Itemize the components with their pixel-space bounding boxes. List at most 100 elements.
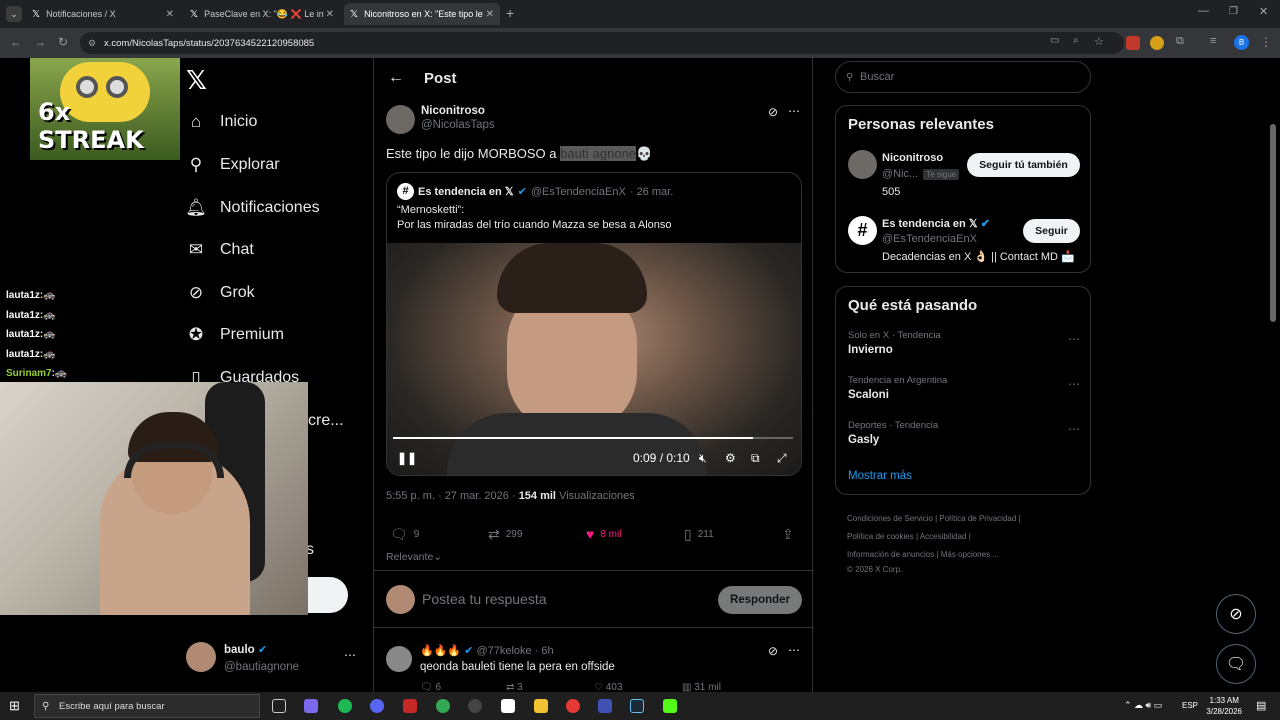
account-switcher[interactable]: baulo ✔ @bautiagnone ⋯ [186,640,366,680]
repost-button[interactable]: ⇄ 299 [488,526,522,543]
folder-icon[interactable] [534,699,548,713]
avatar[interactable] [386,646,412,672]
url-field[interactable]: ⚙ x.com/NicolasTaps/status/2037634522120… [80,32,1124,54]
footer-link[interactable]: Accesibilidad [920,532,967,541]
extension-icon[interactable] [1150,36,1164,50]
close-tab-icon[interactable]: ✕ [326,9,334,20]
tab-paseclave[interactable]: 𝕏 PaseClave en X: "😂 ❌ Le inter ✕ [184,3,340,25]
more-icon[interactable]: ⋯ [1068,422,1080,436]
more-icon[interactable]: ⋯ [788,643,800,657]
pip-icon[interactable]: ⧉ [751,451,760,466]
reading-list-icon[interactable]: ≡ [1210,35,1216,47]
nav-inicio[interactable]: ⌂ Inicio [186,102,258,142]
chrome-icon[interactable] [436,699,450,713]
reply-button[interactable]: 🗨︎ 9 [390,526,419,543]
footer-link[interactable]: Política de Privacidad [939,514,1016,523]
settings-icon[interactable]: ⚙ [725,451,736,465]
menu-icon[interactable]: ⋮ [1260,35,1272,49]
reply-input[interactable]: Postea tu respuesta [422,591,547,607]
back-icon[interactable]: ← [10,35,22,49]
app-icon[interactable] [403,699,417,713]
new-tab-button[interactable]: + [506,5,514,21]
footer-link[interactable]: Información de anuncios [847,550,934,559]
close-tab-icon[interactable]: ✕ [166,9,174,20]
language-indicator[interactable]: ESP [1182,701,1198,710]
extensions-puzzle-icon[interactable]: ⧉ [1176,35,1184,48]
like-button[interactable]: ♥ 8 mil [586,526,621,542]
grok-icon[interactable]: ⊘ [768,105,778,119]
more-icon[interactable]: ⋯ [788,104,800,118]
install-app-icon[interactable]: ▭ [1050,35,1059,46]
views-button[interactable]: ▥ 31 mil [682,682,721,692]
kick-icon[interactable] [663,699,677,713]
extension-icon[interactable] [1126,36,1140,50]
share-button[interactable]: ⇪ [782,526,800,543]
back-arrow-icon[interactable]: ← [388,69,404,87]
messages-fab-icon[interactable]: 🗨︎ [1216,644,1256,684]
app-icon[interactable] [370,699,384,713]
sort-dropdown[interactable]: Relevante⌄ [386,551,442,563]
bookmark-star-icon[interactable]: ☆ [1094,35,1104,48]
follow-back-button[interactable]: Seguir tú también [967,153,1080,177]
more-icon[interactable]: ⋯ [1068,332,1080,346]
repost-button[interactable]: ⇄ 3 [506,682,523,692]
nav-grok[interactable]: ⊘ Grok [186,273,255,313]
notifications-icon[interactable]: ▤ [1256,699,1266,712]
tab-notificaciones[interactable]: 𝕏 Notificaciones / X ✕ [26,3,180,25]
nav-more-partial[interactable]: cre... [308,401,344,441]
follow-button[interactable]: Seguir [1023,219,1080,243]
avatar[interactable] [386,105,415,134]
nav-chat[interactable]: ✉ Chat [186,230,254,270]
trend-item[interactable]: Solo en X · Tendencia Invierno ⋯ [848,330,1080,356]
app-icon[interactable] [468,699,482,713]
steam-icon[interactable] [630,699,644,713]
post-time[interactable]: 5:55 p. m. · 27 mar. 2026 · [386,490,516,502]
video-player[interactable]: ❚❚ 0:09 / 0:10 🔇︎ ⚙ ⧉ ⤢ [387,243,801,475]
search-input[interactable]: ⚲ Buscar [835,61,1091,93]
trend-item[interactable]: Deportes · Tendencia Gasly ⋯ [848,420,1080,446]
more-icon[interactable]: ⋯ [1068,377,1080,391]
grok-icon[interactable]: ⊘ [768,644,778,658]
nav-notificaciones[interactable]: 🔔︎ Notificaciones [185,188,319,228]
taskbar-search[interactable]: ⚲ Escribe aquí para buscar [34,694,260,718]
close-tab-icon[interactable]: ✕ [486,9,494,20]
windows-start-icon[interactable]: ⊞ [9,698,20,714]
post-author[interactable]: Niconitroso @NicolasTaps [421,105,495,131]
x-logo-icon[interactable]: 𝕏 [186,66,207,96]
like-button[interactable]: ♡ 403 [594,682,622,692]
nav-premium[interactable]: ✪ Premium [186,315,284,355]
spotify-icon[interactable] [338,699,352,713]
show-more-link[interactable]: Mostrar más [848,470,912,482]
person-item[interactable]: # Es tendencia en 𝕏 ✔ @EsTendenciaEnX De… [848,216,1080,266]
clock[interactable]: 1:33 AM 3/28/2026 [1206,695,1242,717]
footer-link[interactable]: Política de cookies [847,532,914,541]
footer-link[interactable]: Condiciones de Servicio [847,514,933,523]
footer-link[interactable]: Más opciones ... [941,550,999,559]
more-icon[interactable]: ⋯ [344,648,356,662]
opera-icon[interactable] [566,699,580,713]
person-item[interactable]: Niconitroso @Nic... Te sigue 505 Seguir … [848,150,1080,206]
zoom-icon[interactable]: ⌕ [1073,35,1079,46]
pause-icon[interactable]: ❚❚ [397,451,417,465]
mute-icon[interactable]: 🔇︎ [699,451,707,466]
tab-niconitroso[interactable]: 𝕏 Niconitroso en X: "Este tipo le d ✕ [344,3,500,25]
quoted-post[interactable]: # Es tendencia en 𝕏 ✔ @EsTendenciaEnX · … [386,172,802,476]
reply-submit-button[interactable]: Responder [718,586,802,614]
tab-search-button[interactable]: ⌄ [6,6,22,22]
trend-item[interactable]: Tendencia en Argentina Scaloni ⋯ [848,375,1080,401]
fullscreen-icon[interactable]: ⤢ [777,451,787,466]
app-icon[interactable] [598,699,612,713]
minimize-button[interactable]: — [1198,5,1209,17]
reply-button[interactable]: 🗨︎ 6 [420,682,441,692]
profile-avatar[interactable]: B [1234,35,1249,50]
bookmark-button[interactable]: ▯ 211 [684,526,714,543]
video-progress-bar[interactable] [393,437,753,439]
app-icon[interactable] [304,699,318,713]
close-window-button[interactable]: ✕ [1259,5,1268,18]
app-icon[interactable] [501,699,515,713]
scrollbar[interactable] [1270,124,1276,322]
site-info-icon[interactable]: ⚙ [88,38,96,49]
restore-button[interactable]: ❐ [1229,6,1238,17]
tray-icons[interactable]: ⌃ ☁ 🔊︎ ▭ [1124,700,1162,711]
comment-item[interactable]: 🔥🔥🔥 ✔ @77keloke · 6h ⊘ ⋯ qeonda bauleti … [374,636,814,692]
